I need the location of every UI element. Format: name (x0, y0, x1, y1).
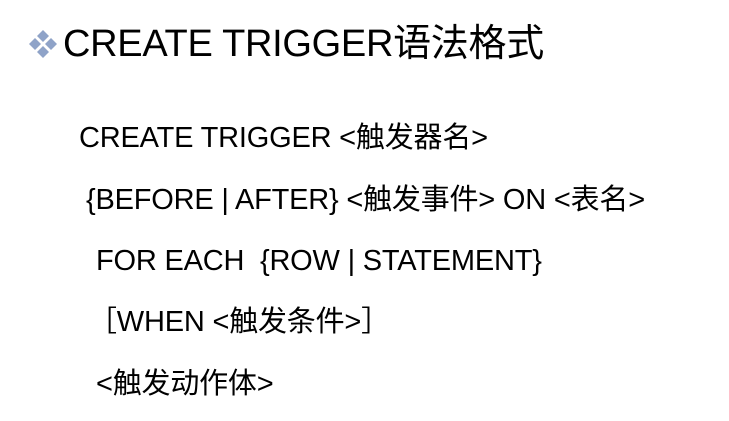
diamond-bullet-icon (26, 27, 60, 61)
syntax-line-event: {BEFORE | AFTER} <触发事件> ON <表名> (86, 184, 645, 216)
syntax-line-action-body: <触发动作体> (96, 368, 274, 400)
slide-title-row: CREATE TRIGGER语法格式 (26, 18, 544, 70)
slide-title: CREATE TRIGGER语法格式 (63, 23, 544, 65)
syntax-line-create-trigger: CREATE TRIGGER <触发器名> (79, 122, 488, 154)
syntax-line-when: ［WHEN <触发条件>］ (88, 306, 390, 338)
syntax-line-for-each: FOR EACH {ROW | STATEMENT} (96, 245, 542, 277)
